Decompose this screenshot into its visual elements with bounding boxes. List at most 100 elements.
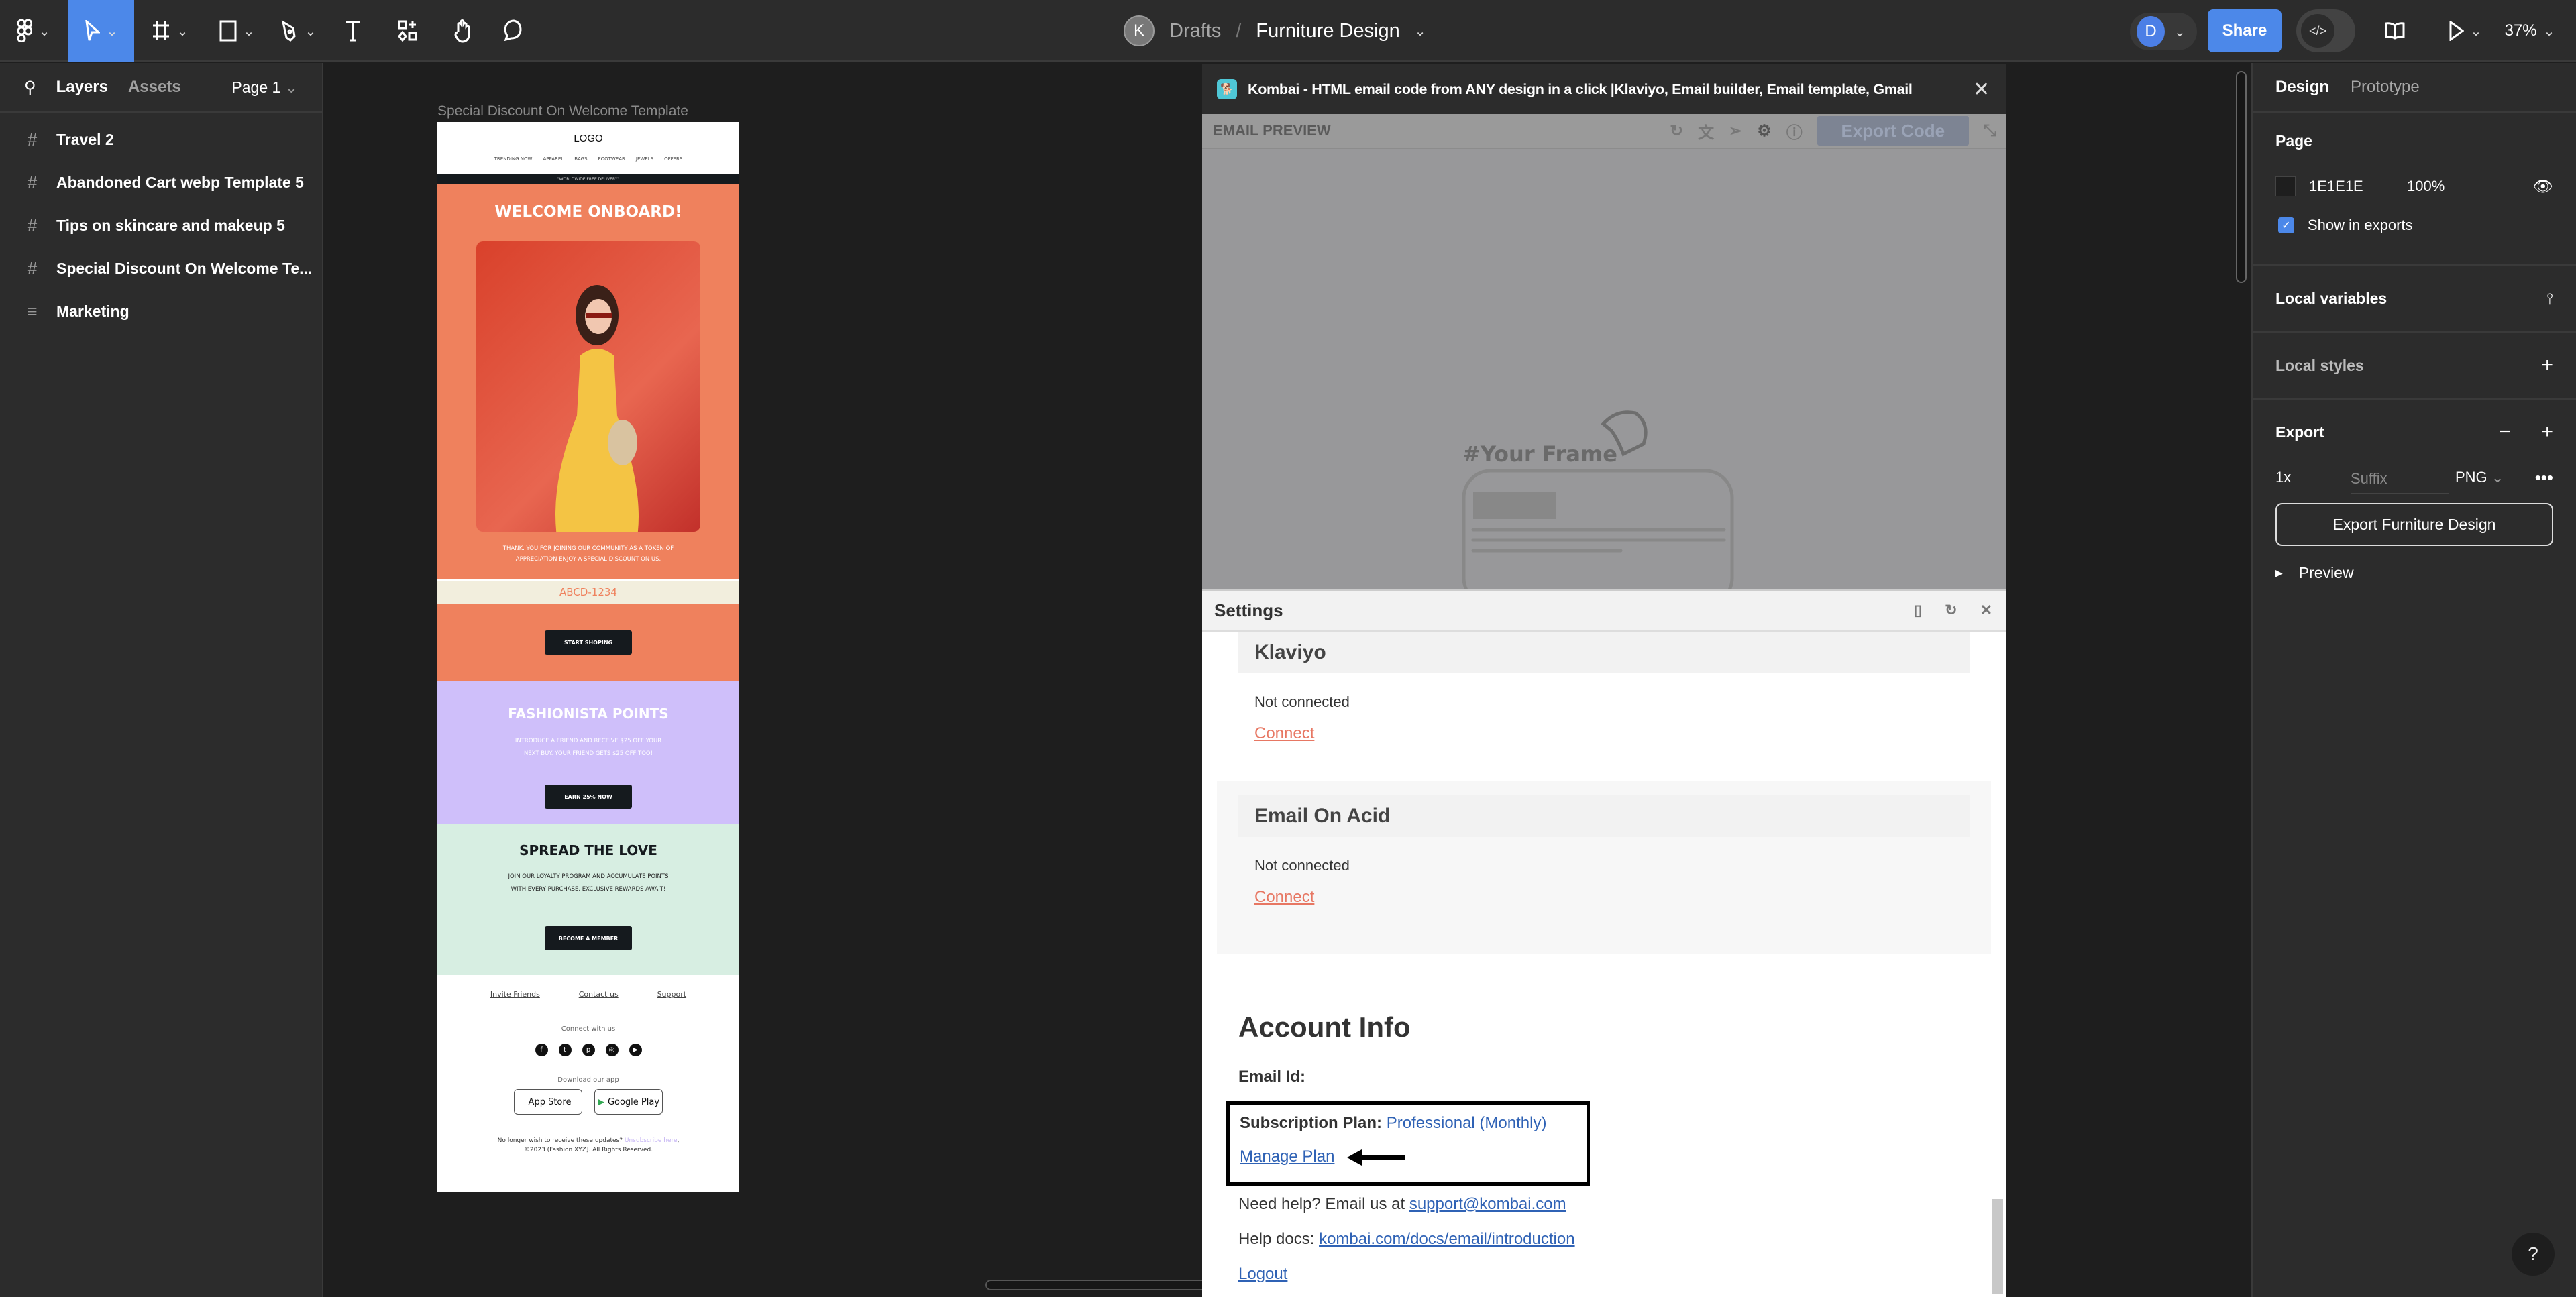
preview-label[interactable]: Preview — [2299, 564, 2354, 582]
chevron-down-icon: ⌄ — [106, 23, 118, 39]
cursor-icon — [85, 20, 100, 41]
settings-scrollbar[interactable] — [1992, 1199, 2003, 1294]
docs-link[interactable]: kombai.com/docs/email/introduction — [1319, 1230, 1575, 1248]
frame-label[interactable]: Special Discount On Welcome Template — [437, 103, 688, 119]
user-menu[interactable]: D ⌄ — [2130, 13, 2197, 50]
plan-highlight-box: Subscription Plan: Professional (Monthly… — [1226, 1101, 1590, 1186]
gear-icon[interactable]: ⚙ — [1757, 121, 1772, 141]
youtube-icon: ▶ — [629, 1044, 642, 1056]
chevron-down-icon: ⌄ — [2174, 24, 2186, 40]
download-label: Download our app — [557, 1076, 619, 1084]
eye-icon[interactable]: 👁 — [2533, 177, 2553, 196]
refresh-icon[interactable]: ↻ — [1670, 121, 1683, 141]
page-selector[interactable]: Page 1 ⌄ — [231, 78, 298, 97]
play-icon — [2449, 21, 2464, 41]
file-name[interactable]: Furniture Design — [1256, 20, 1399, 42]
email-on-acid-connect-link[interactable]: Connect — [1254, 888, 1314, 907]
export-scale[interactable]: 1x — [2275, 469, 2351, 486]
social-icons: f t p ◎ ▶ — [437, 1044, 739, 1056]
layer-item[interactable]: # Tips on skincare and makeup 5 — [0, 204, 322, 247]
resources-tool[interactable] — [393, 0, 423, 62]
thanks-text: THANK. YOU FOR JOINING OUR COMMUNITY AS … — [437, 543, 739, 565]
email-nav-item: APPAREL — [543, 156, 564, 162]
library-button[interactable] — [2380, 0, 2410, 62]
export-format-select[interactable]: PNG ⌄ — [2455, 469, 2504, 486]
add-export-icon[interactable]: + — [2541, 420, 2553, 443]
reload-icon[interactable]: ↻ — [1945, 602, 1957, 619]
tab-layers[interactable]: Layers — [56, 78, 108, 97]
translate-icon[interactable]: 文 — [1698, 119, 1714, 143]
layer-item[interactable]: # Special Discount On Welcome Te... — [0, 247, 322, 290]
layer-item[interactable]: ≡ Marketing — [0, 290, 322, 333]
manage-plan-link[interactable]: Manage Plan — [1240, 1147, 1334, 1166]
text-tool[interactable] — [338, 0, 368, 62]
love-text: JOIN OUR LOYALTY PROGRAM AND ACCUMULATE … — [437, 870, 739, 896]
comment-tool[interactable] — [498, 0, 527, 62]
tab-prototype[interactable]: Prototype — [2351, 78, 2420, 97]
zoom-menu[interactable]: 37% ⌄ — [2500, 0, 2560, 62]
points-line: INTRODUCE A FRIEND AND RECEIVE $25 OFF Y… — [515, 738, 662, 744]
variables-icon[interactable]: ⫯ — [2546, 290, 2553, 308]
layer-item[interactable]: # Travel 2 — [0, 118, 322, 161]
klaviyo-connect-link[interactable]: Connect — [1254, 724, 1314, 743]
chevron-down-icon: ⌄ — [38, 23, 50, 39]
tab-design[interactable]: Design — [2275, 78, 2329, 97]
hand-tool[interactable] — [448, 0, 478, 62]
export-button[interactable]: Export Furniture Design — [2275, 503, 2553, 546]
legal-prefix: No longer wish to receive these updates? — [497, 1137, 623, 1144]
dev-mode-toggle[interactable]: </> — [2296, 9, 2355, 52]
team-avatar[interactable]: K — [1124, 15, 1155, 46]
twitter-icon: t — [558, 1044, 572, 1056]
page-color-swatch[interactable] — [2275, 176, 2296, 196]
frame-placeholder: #Your Frame — [1462, 384, 1744, 589]
show-in-exports-checkbox[interactable]: ✓ — [2278, 217, 2294, 233]
tab-assets[interactable]: Assets — [128, 78, 181, 97]
more-options-icon[interactable]: ••• — [2535, 467, 2553, 488]
model-illustration — [555, 285, 639, 532]
share-button[interactable]: Share — [2208, 9, 2282, 52]
page-opacity-value[interactable]: 100% — [2407, 178, 2445, 195]
help-button[interactable]: ? — [2512, 1233, 2555, 1276]
pen-tool[interactable]: ⌄ — [275, 0, 322, 62]
move-tool[interactable]: ⌄ — [68, 0, 134, 62]
connect-label: Connect with us — [561, 1025, 616, 1033]
save-icon[interactable]: ▯ — [1914, 602, 1922, 619]
account-heading: Account Info — [1238, 1011, 1411, 1043]
kombai-logo-icon: 🐕 — [1217, 79, 1237, 99]
help-icon[interactable]: ⓘ — [1786, 119, 1803, 143]
page-color-value[interactable]: 1E1E1E — [2309, 178, 2407, 195]
integration-status: Not connected — [1254, 857, 1350, 874]
close-plugin-icon[interactable]: ✕ — [1973, 78, 1990, 101]
local-styles-title: Local styles — [2275, 356, 2364, 374]
earn-button: EARN 25% NOW — [545, 785, 632, 809]
close-settings-icon[interactable]: ✕ — [1980, 602, 1992, 619]
export-suffix-input[interactable]: Suffix — [2351, 470, 2449, 494]
frame-tool[interactable]: ⌄ — [146, 0, 193, 62]
chevron-down-icon: ⌄ — [243, 23, 255, 39]
present-button[interactable]: ⌄ — [2442, 0, 2489, 62]
remove-export-icon[interactable]: − — [2499, 420, 2511, 443]
pen-icon — [281, 20, 296, 42]
breadcrumb-drafts[interactable]: Drafts — [1169, 20, 1221, 42]
your-frame-label: #Your Frame — [1462, 441, 1617, 467]
send-icon[interactable]: ➢ — [1729, 121, 1742, 141]
file-menu-chevron-icon[interactable]: ⌄ — [1415, 23, 1426, 40]
export-code-button[interactable]: Export Code — [1817, 116, 1969, 146]
account-info: Account Info Email Id: Subscription Plan… — [1202, 1011, 2006, 1284]
support-email-link[interactable]: support@kombai.com — [1409, 1195, 1566, 1213]
email-footer: Invite Friends Contact us Support Connec… — [437, 975, 739, 1192]
main-menu-button[interactable]: ⌄ — [13, 0, 54, 62]
layer-item[interactable]: # Abandoned Cart webp Template 5 — [0, 161, 322, 204]
vertical-scrollbar[interactable] — [2236, 71, 2247, 283]
email-frame[interactable]: LOGO TRENDING NOW APPAREL BAGS FOOTWEAR … — [437, 122, 739, 1192]
footer-link: Support — [657, 990, 687, 999]
integration-card: Email On Acid Not connected Connect — [1217, 781, 1991, 954]
integration-status: Not connected — [1254, 693, 1350, 710]
thanks-line: THANK. YOU FOR JOINING OUR COMMUNITY AS … — [502, 545, 674, 552]
logout-link[interactable]: Logout — [1238, 1265, 1287, 1283]
search-icon[interactable]: ⚲ — [24, 78, 36, 97]
shape-tool[interactable]: ⌄ — [213, 0, 260, 62]
collapse-icon[interactable]: ⤡ — [1984, 121, 1996, 140]
add-style-icon[interactable]: + — [2541, 354, 2553, 377]
expand-preview-icon[interactable]: ▶ — [2275, 567, 2283, 579]
